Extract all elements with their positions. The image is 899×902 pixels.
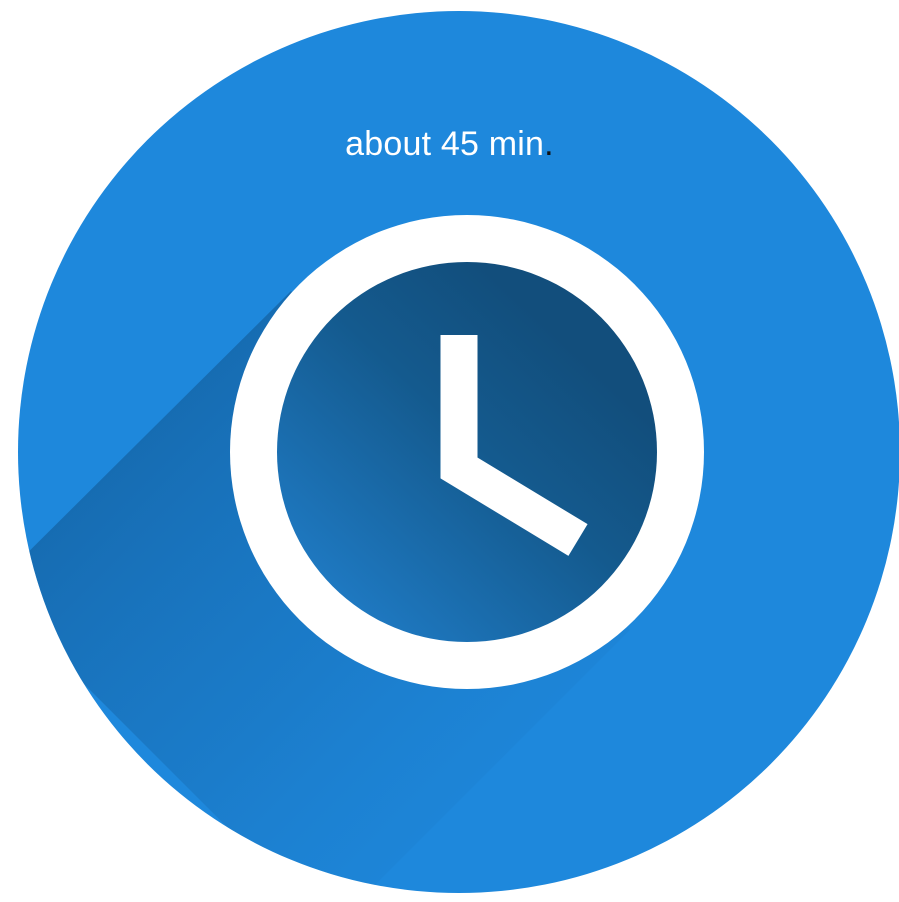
time-estimate-badge: about 45 min. [0, 0, 899, 902]
duration-text: about 45 min [345, 125, 545, 163]
duration-period: . [544, 125, 554, 163]
duration-label: about 45 min. [0, 120, 899, 168]
